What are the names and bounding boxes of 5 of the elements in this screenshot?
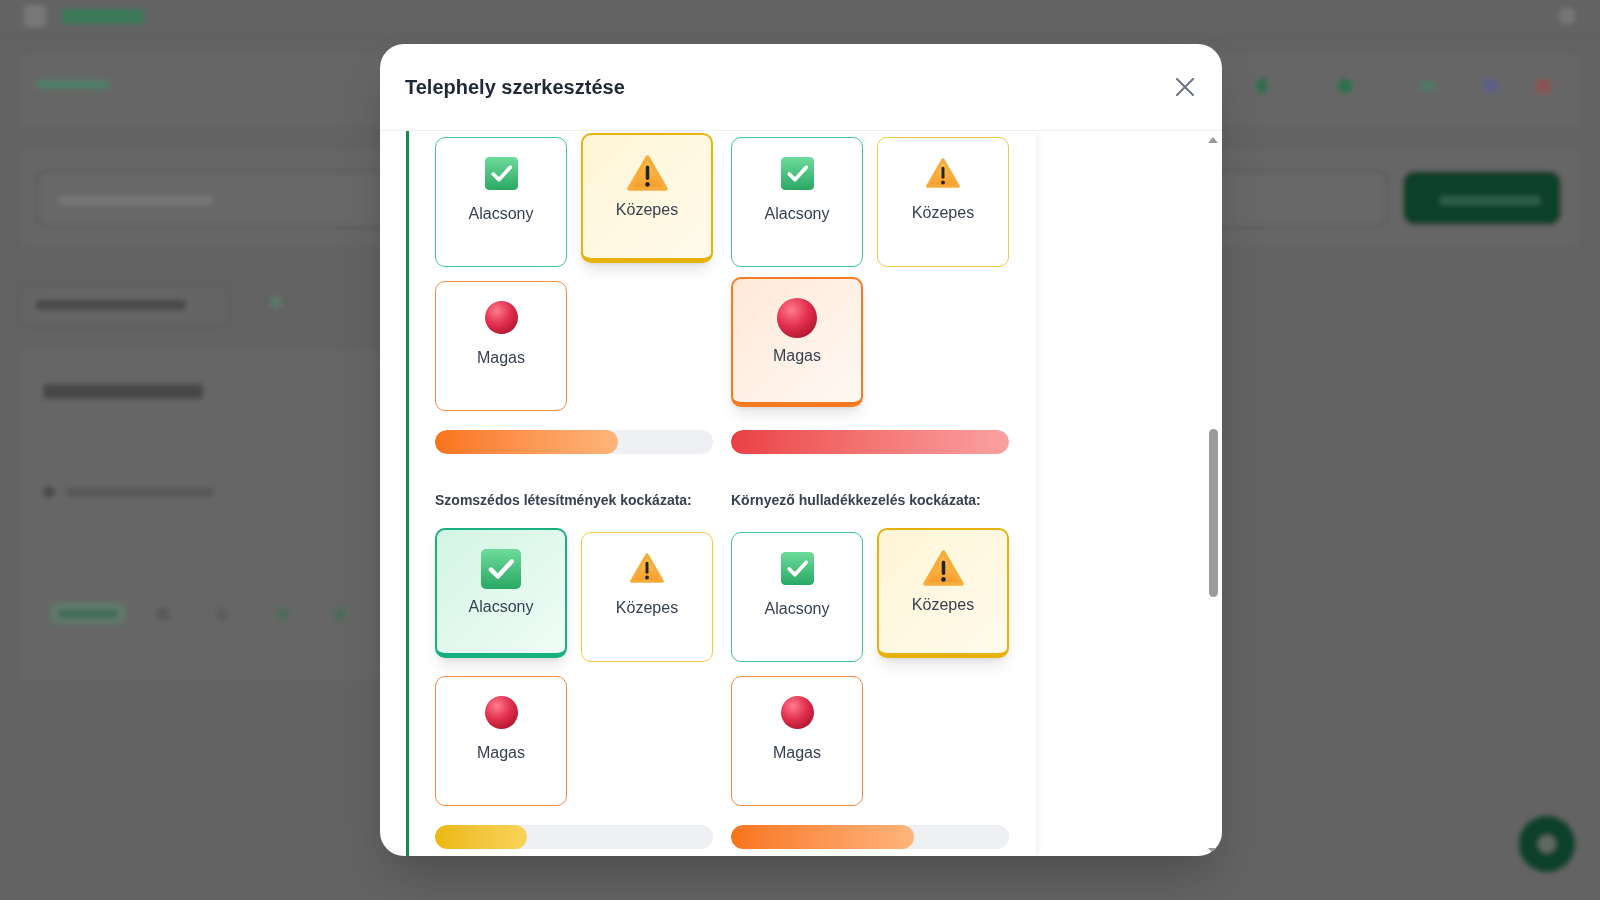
- risk-level-option[interactable]: Magas: [435, 676, 567, 806]
- scroll-down-arrow-icon[interactable]: [1208, 848, 1218, 854]
- ball-icon: [484, 696, 518, 729]
- risk-level-option[interactable]: Magas: [731, 676, 863, 806]
- ball-icon: [780, 696, 814, 729]
